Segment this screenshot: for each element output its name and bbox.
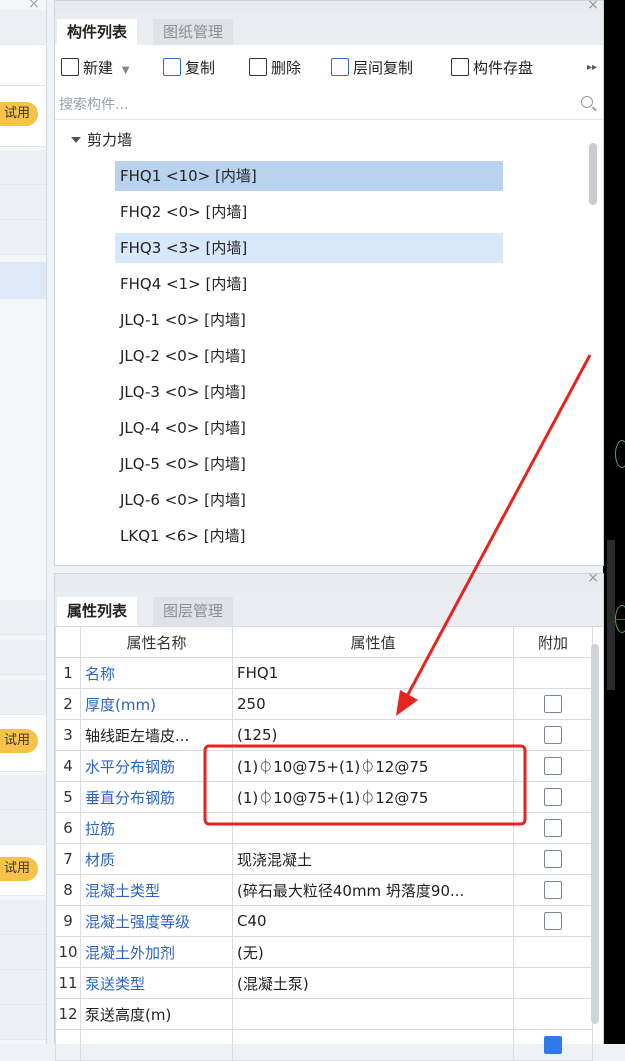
checkbox[interactable] <box>544 818 562 837</box>
tab-layer-management[interactable]: 图层管理 <box>153 597 234 626</box>
axis-marker-icon <box>615 440 625 468</box>
list-item[interactable] <box>0 1005 46 1040</box>
checkbox[interactable] <box>544 756 562 775</box>
list-item[interactable]: FHQ1 <10> [内墙] <box>115 161 503 191</box>
list-item[interactable]: LKQ1 <6> [内墙] <box>115 521 503 551</box>
table-row[interactable]: 3 轴线距左墙皮... (125) <box>55 719 593 751</box>
checkbox[interactable] <box>544 1035 562 1054</box>
list-item[interactable] <box>0 150 46 185</box>
tab-drawing-management[interactable]: 图纸管理 <box>153 19 234 45</box>
list-item[interactable]: JLQ-4 <0> [内墙] <box>115 413 503 443</box>
column-header-extra: 附加 <box>513 626 593 658</box>
more-icon[interactable]: ▸▸ <box>587 55 597 81</box>
chevron-down-icon[interactable]: ▼ <box>122 65 130 76</box>
checkbox[interactable] <box>544 725 562 744</box>
panel-titlebar: × <box>55 0 603 13</box>
list-item[interactable] <box>0 900 46 935</box>
table-row[interactable]: 6 拉筋 <box>55 812 593 844</box>
table-row[interactable]: 9 混凝土强度等级 C40 <box>55 905 593 937</box>
list-item[interactable] <box>0 640 46 675</box>
list-item[interactable]: FHQ3 <3> [内墙] <box>115 233 503 263</box>
list-item-selected[interactable] <box>0 262 46 299</box>
list-item[interactable]: FHQ2 <0> [内墙] <box>115 197 503 227</box>
list-item[interactable]: JLQ-1 <0> [内墙] <box>115 305 503 335</box>
list-item[interactable] <box>0 935 46 970</box>
table-row[interactable]: 4 水平分布钢筋 (1)⏀10@75+(1)⏀12@75 <box>55 750 593 782</box>
drawing-canvas-edge[interactable] <box>603 0 625 1044</box>
column-header-value: 属性值 <box>232 626 514 658</box>
list-item[interactable] <box>0 45 46 86</box>
table-row[interactable]: 12 泵送高度(m) <box>55 998 593 1030</box>
component-scrollbar[interactable] <box>589 143 597 205</box>
trial-badge[interactable]: 试用 <box>0 729 38 753</box>
floor-copy-icon <box>331 58 349 76</box>
list-item[interactable]: JLQ-2 <0> [内墙] <box>115 341 503 371</box>
close-icon[interactable]: × <box>587 570 599 586</box>
property-tabs: 属性列表 图层管理 <box>55 592 603 627</box>
column-header-name: 属性名称 <box>80 626 233 658</box>
list-item[interactable] <box>0 775 46 810</box>
axis-line <box>615 619 625 620</box>
delete-button[interactable]: 删除 <box>249 55 301 81</box>
list-item[interactable]: 试用 <box>0 86 46 147</box>
list-item[interactable]: JLQ-6 <0> [内墙] <box>115 485 503 515</box>
list-item[interactable] <box>0 185 46 220</box>
checkbox[interactable] <box>544 880 562 899</box>
table-row[interactable]: 1 名称 FHQ1 <box>55 657 593 689</box>
floor-copy-button[interactable]: 层间复制 <box>331 55 413 81</box>
panel-titlebar: × <box>55 570 603 592</box>
property-list-panel: × 属性列表 图层管理 属性名称 属性值 附加 1 名称 FHQ1 2 厚度(m… <box>54 570 604 1061</box>
search-icon[interactable] <box>581 96 593 108</box>
canvas-divider <box>607 540 615 690</box>
save-icon <box>451 58 469 76</box>
trial-badge[interactable]: 试用 <box>0 857 38 881</box>
component-search <box>55 91 603 120</box>
component-tabs: 构件列表 图纸管理 <box>55 13 603 46</box>
table-row[interactable]: 10 混凝土外加剂 (无) <box>55 936 593 968</box>
table-row[interactable] <box>55 1029 593 1061</box>
trash-icon <box>249 58 267 76</box>
list-item[interactable] <box>0 680 46 715</box>
tab-property-list[interactable]: 属性列表 <box>57 597 138 626</box>
checkbox[interactable] <box>544 787 562 806</box>
list-item[interactable]: 试用 <box>0 845 46 896</box>
list-item[interactable] <box>0 810 46 845</box>
table-row[interactable]: 11 泵送类型 (混凝土泵) <box>55 967 593 999</box>
save-component-button[interactable]: 构件存盘 <box>451 55 533 81</box>
table-row[interactable]: 2 厚度(mm) 250 <box>55 688 593 720</box>
table-row[interactable]: 8 混凝土类型 (碎石最大粒径40mm 坍落度90... <box>55 874 593 906</box>
checkbox[interactable] <box>544 911 562 930</box>
table-row[interactable]: 5 垂直分布钢筋 (1)⏀10@75+(1)⏀12@75 <box>55 781 593 813</box>
left-side-panel: × 试用 试用 试用 <box>0 0 47 1044</box>
component-list-panel: × 构件列表 图纸管理 新建 ▼ 复制 删除 层间复制 构件存盘 ▸▸ 剪力墙 … <box>54 0 604 566</box>
list-item[interactable]: FHQ4 <1> [内墙] <box>115 269 503 299</box>
checkbox[interactable] <box>544 694 562 713</box>
list-item[interactable] <box>0 970 46 1005</box>
property-scrollbar[interactable] <box>591 644 599 1024</box>
copy-icon <box>163 58 181 76</box>
component-toolbar: 新建 ▼ 复制 删除 层间复制 构件存盘 ▸▸ <box>55 45 603 92</box>
trial-badge[interactable]: 试用 <box>0 102 38 126</box>
list-item[interactable]: JLQ-5 <0> [内墙] <box>115 449 503 479</box>
list-item[interactable]: JLQ-3 <0> [内墙] <box>115 377 503 407</box>
list-item[interactable]: 试用 <box>0 715 46 772</box>
copy-button[interactable]: 复制 <box>163 55 215 81</box>
table-row[interactable]: 7 材质 现浇混凝土 <box>55 843 593 875</box>
search-input[interactable] <box>55 91 561 119</box>
checkbox[interactable] <box>544 849 562 868</box>
list-item[interactable] <box>0 220 46 255</box>
expand-triangle-icon[interactable] <box>71 137 81 143</box>
new-button[interactable]: 新建 ▼ <box>61 55 130 81</box>
list-item[interactable] <box>0 10 46 45</box>
new-file-icon <box>61 58 79 76</box>
list-item[interactable] <box>0 600 46 635</box>
tree-group-shear-wall[interactable]: 剪力墙 <box>71 129 132 150</box>
property-table: 属性名称 属性值 附加 1 名称 FHQ1 2 厚度(mm) 250 3 轴线距… <box>55 626 593 1061</box>
close-icon[interactable]: × <box>587 0 599 13</box>
tab-component-list[interactable]: 构件列表 <box>57 19 138 45</box>
